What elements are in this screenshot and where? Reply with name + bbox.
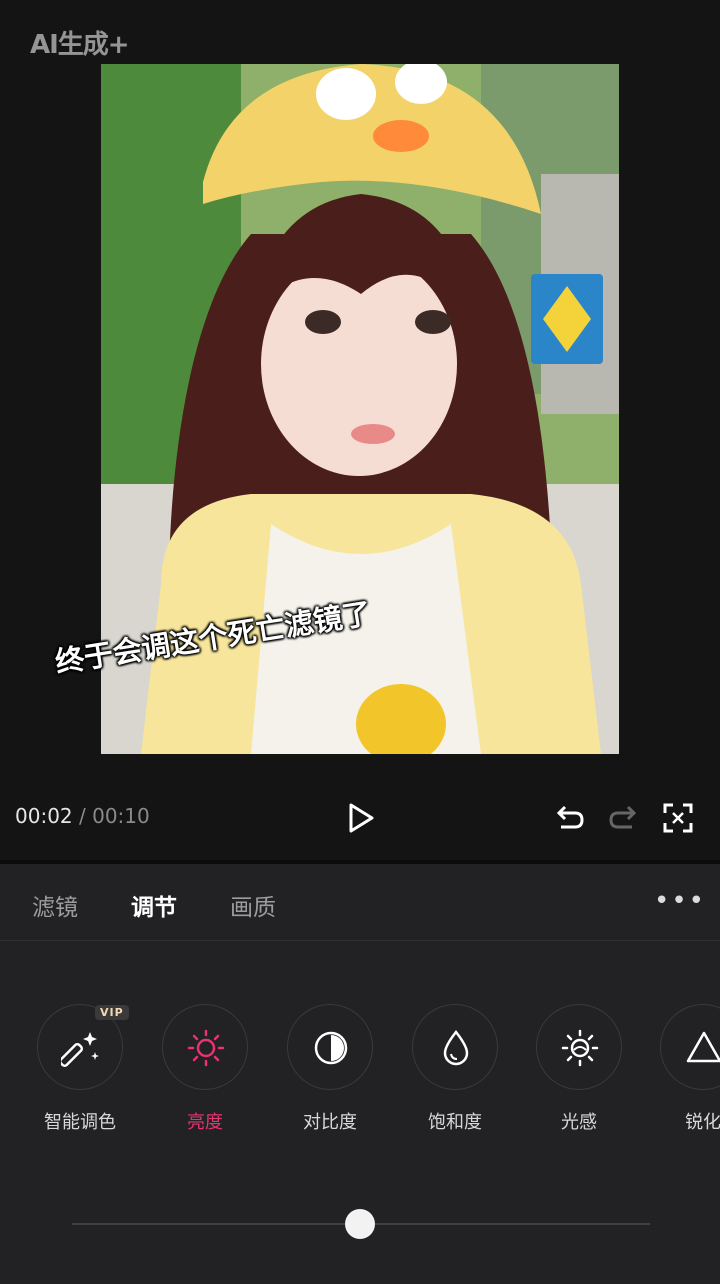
vip-badge: VIP <box>95 1005 129 1020</box>
undo-icon <box>556 805 584 829</box>
tool-circle <box>660 1004 720 1090</box>
sun-icon <box>187 1029 225 1067</box>
tool-sharpen[interactable]: 锐化 <box>644 1004 720 1134</box>
tool-circle <box>162 1004 248 1090</box>
triangle-icon <box>686 1031 720 1063</box>
brightness-slider-thumb[interactable] <box>345 1209 375 1239</box>
tool-label: 亮度 <box>187 1112 223 1133</box>
tool-circle <box>412 1004 498 1090</box>
tab-filter[interactable]: 滤镜 <box>32 888 78 922</box>
light-sense-icon <box>561 1029 599 1067</box>
droplet-icon <box>443 1029 469 1066</box>
current-time: 00:02 <box>15 804 73 828</box>
tool-brightness[interactable]: 亮度 <box>145 1004 265 1134</box>
tool-smart-color[interactable]: 智能调色 <box>20 1004 140 1134</box>
undo-button[interactable] <box>552 799 586 837</box>
tool-label: 对比度 <box>303 1112 357 1133</box>
redo-button[interactable] <box>607 799 641 837</box>
tool-label: 光感 <box>561 1112 597 1133</box>
tool-contrast[interactable]: 对比度 <box>270 1004 390 1134</box>
fullscreen-button[interactable] <box>661 799 695 837</box>
adjustment-panel: 滤镜 调节 画质 ••• 智能调色 VIP 亮度 对比度 饱和度 光感 锐化 <box>0 860 720 1284</box>
redo-icon <box>609 805 637 829</box>
tool-circle <box>536 1004 622 1090</box>
total-time: 00:10 <box>92 804 150 828</box>
play-button[interactable] <box>343 799 379 837</box>
tab-quality[interactable]: 画质 <box>230 888 276 922</box>
panel-tabs: 滤镜 调节 画质 ••• <box>0 864 720 941</box>
time-separator: / <box>79 804 86 828</box>
playback-time: 00:02 / 00:10 <box>15 804 150 828</box>
contrast-icon <box>314 1031 348 1065</box>
tool-light-sense[interactable]: 光感 <box>519 1004 639 1134</box>
magic-wand-icon <box>61 1032 99 1068</box>
more-options-icon[interactable]: ••• <box>654 886 706 916</box>
play-icon <box>349 803 374 833</box>
tool-saturation[interactable]: 饱和度 <box>395 1004 515 1134</box>
ai-generated-watermark: AI生成+ <box>30 30 130 60</box>
tool-label: 饱和度 <box>428 1112 482 1133</box>
tab-adjust[interactable]: 调节 <box>131 888 177 922</box>
tool-label: 锐化 <box>685 1112 720 1133</box>
tool-label: 智能调色 <box>44 1112 116 1133</box>
tool-circle <box>287 1004 373 1090</box>
fullscreen-icon <box>663 803 693 833</box>
